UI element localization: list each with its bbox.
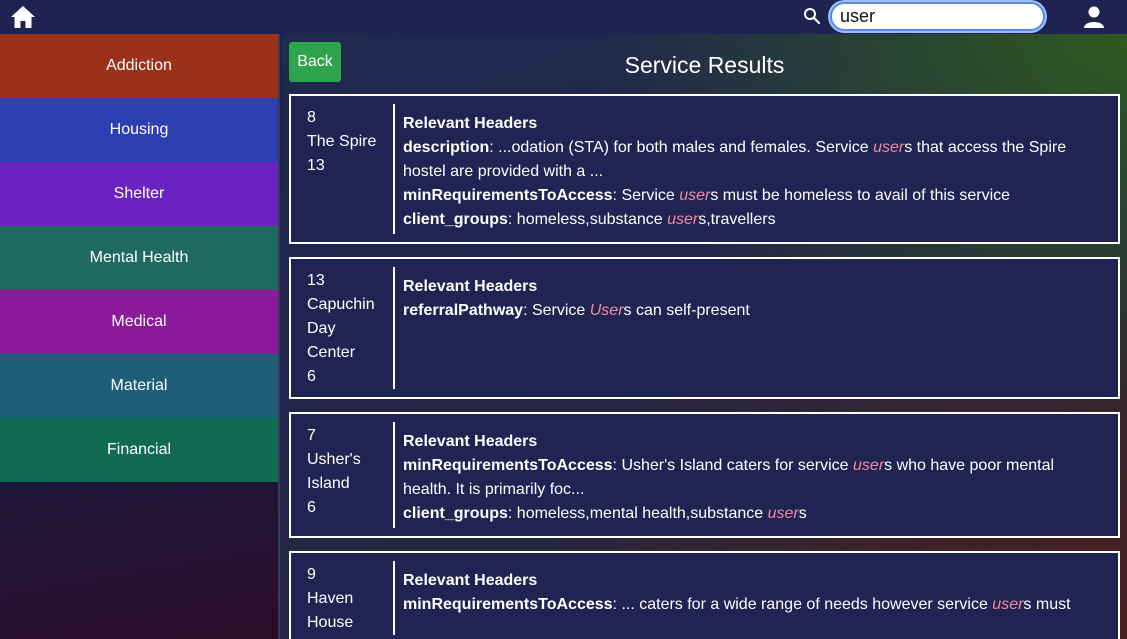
sidebar-item-financial[interactable]: Financial xyxy=(0,418,278,482)
search-highlight: user xyxy=(853,457,885,474)
result-count: 6 xyxy=(307,368,316,385)
category-sidebar: Addiction Housing Shelter Mental Health Medi… xyxy=(0,34,280,639)
result-card[interactable]: 9 Haven House Relevant Headers minRequiremen… xyxy=(289,551,1120,639)
field-key: minRequirementsToAccess xyxy=(403,457,613,474)
field-text: : homeless,mental health,substance xyxy=(507,505,768,522)
field-text: : Usher's Island caters for service xyxy=(612,457,854,474)
result-name: Capuchin xyxy=(307,296,375,313)
result-body: Relevant Headers minRequirementsToAccess:… xyxy=(395,414,1118,536)
sidebar-item-housing[interactable]: Housing xyxy=(0,98,278,162)
main-content: Back Service Results 8 The Spire 13 Relevan… xyxy=(282,34,1127,639)
result-name: Center xyxy=(307,344,356,361)
sidebar-item-mental-health[interactable]: Mental Health xyxy=(0,226,278,290)
sidebar-item-medical[interactable]: Medical xyxy=(0,290,278,354)
field-text: s must be homeless to avail of this serv… xyxy=(710,187,1011,204)
field-line: minRequirementsToAccess: Usher's Island … xyxy=(403,454,1106,502)
result-name: The Spire xyxy=(307,133,377,150)
result-name: Usher's xyxy=(307,451,361,468)
result-id: 7 xyxy=(307,427,316,444)
field-text: s must xyxy=(1023,596,1071,613)
search-highlight: User xyxy=(589,302,624,319)
search-input[interactable] xyxy=(830,2,1045,31)
field-key: client_groups xyxy=(403,211,508,228)
field-key: referralPathway xyxy=(403,302,524,319)
home-icon[interactable] xyxy=(10,5,36,29)
result-meta: 9 Haven House xyxy=(291,561,395,635)
result-name: Day xyxy=(307,320,336,337)
field-line: minRequirementsToAccess: ... caters for … xyxy=(403,593,1106,617)
result-body: Relevant Headers referralPathway: Service… xyxy=(395,259,1118,397)
result-id: 13 xyxy=(307,272,325,289)
field-text: s xyxy=(798,505,807,522)
result-name: Haven xyxy=(307,590,354,607)
field-line: description: ...odation (STA) for both m… xyxy=(403,136,1106,184)
result-card[interactable]: 13 Capuchin Day Center 6 Relevant Headers refe… xyxy=(289,257,1120,399)
result-name: House xyxy=(307,614,354,631)
field-text: : ...odation (STA) for both males and fe… xyxy=(489,139,874,156)
relevant-headers-label: Relevant Headers xyxy=(403,572,538,589)
page-title: Service Results xyxy=(624,52,785,78)
search-highlight: user xyxy=(992,596,1024,613)
field-text: : ... caters for a wide range of needs h… xyxy=(612,596,993,613)
sidebar-item-material[interactable]: Material xyxy=(0,354,278,418)
field-text: s,travellers xyxy=(698,211,776,228)
result-id: 8 xyxy=(307,109,316,126)
relevant-headers-label: Relevant Headers xyxy=(403,433,538,450)
sidebar-item-addiction[interactable]: Addiction xyxy=(0,34,278,98)
result-body: Relevant Headers minRequirementsToAccess:… xyxy=(395,553,1118,639)
result-name: Island xyxy=(307,475,350,492)
top-bar xyxy=(0,0,1127,34)
search-highlight: user xyxy=(767,505,799,522)
result-count: 13 xyxy=(307,157,325,174)
result-card[interactable]: 8 The Spire 13 Relevant Headers description:… xyxy=(289,94,1120,244)
field-key: minRequirementsToAccess xyxy=(403,596,613,613)
field-text: : homeless,substance xyxy=(507,211,668,228)
result-meta: 7 Usher's Island 6 xyxy=(291,422,395,528)
result-meta: 13 Capuchin Day Center 6 xyxy=(291,267,395,389)
field-key: minRequirementsToAccess xyxy=(403,187,613,204)
field-line: client_groups: homeless,substance users,… xyxy=(403,208,1106,232)
field-line: minRequirementsToAccess: Service users m… xyxy=(403,184,1106,208)
field-key: description xyxy=(403,139,490,156)
field-line: client_groups: homeless,mental health,su… xyxy=(403,502,1106,526)
relevant-headers-label: Relevant Headers xyxy=(403,278,538,295)
result-meta: 8 The Spire 13 xyxy=(291,104,395,234)
field-line: referralPathway: Service Users can self-… xyxy=(403,299,1106,323)
result-card[interactable]: 7 Usher's Island 6 Relevant Headers minRequir… xyxy=(289,412,1120,538)
search-icon[interactable] xyxy=(803,7,821,25)
field-key: client_groups xyxy=(403,505,508,522)
field-text: : Service xyxy=(523,302,590,319)
sidebar-item-shelter[interactable]: Shelter xyxy=(0,162,278,226)
search-highlight: user xyxy=(679,187,711,204)
user-icon[interactable] xyxy=(1082,5,1106,29)
result-count: 6 xyxy=(307,499,316,516)
search-highlight: user xyxy=(667,211,699,228)
result-id: 9 xyxy=(307,566,316,583)
field-text: : Service xyxy=(612,187,680,204)
results-list: 8 The Spire 13 Relevant Headers description:… xyxy=(289,94,1120,639)
field-text: s can self-present xyxy=(623,302,750,319)
relevant-headers-label: Relevant Headers xyxy=(403,115,538,132)
result-body: Relevant Headers description: ...odation … xyxy=(395,96,1118,242)
search-highlight: user xyxy=(873,139,905,156)
